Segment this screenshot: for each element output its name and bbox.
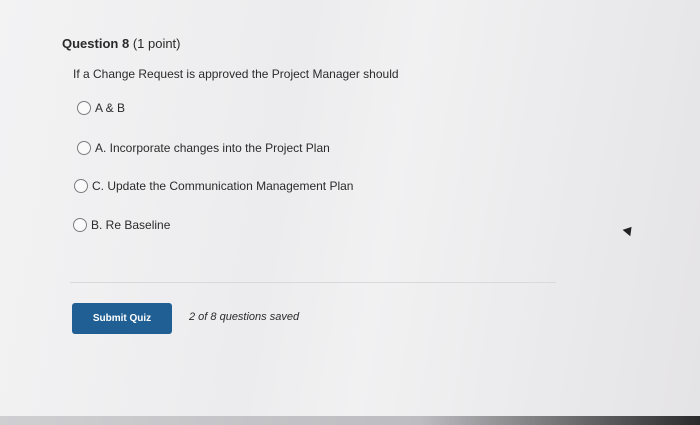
radio-button[interactable]: [77, 141, 91, 155]
question-title: Question 8: [62, 36, 130, 51]
option-label: A & B: [95, 101, 126, 115]
option-label: B. Re Baseline: [91, 218, 171, 232]
radio-button[interactable]: [73, 218, 87, 232]
question-points: (1 point): [132, 36, 181, 51]
option-a-and-b[interactable]: A & B: [77, 101, 125, 115]
option-incorporate-changes[interactable]: A. Incorporate changes into the Project …: [77, 141, 330, 155]
option-re-baseline[interactable]: B. Re Baseline: [73, 218, 170, 232]
quiz-page: Question 8 (1 point) If a Change Request…: [0, 0, 700, 425]
question-header: Question 8 (1 point): [62, 36, 622, 51]
save-status-text: 2 of 8 questions saved: [189, 311, 300, 323]
mouse-pointer-icon: [622, 223, 636, 237]
question-block: Question 8 (1 point) If a Change Request…: [62, 36, 622, 81]
option-label: A. Incorporate changes into the Project …: [95, 141, 330, 155]
radio-button[interactable]: [74, 179, 88, 193]
submit-quiz-button[interactable]: Submit Quiz: [72, 303, 172, 334]
option-update-communication-plan[interactable]: C. Update the Communication Management P…: [74, 179, 353, 193]
divider: [70, 282, 556, 283]
question-text: If a Change Request is approved the Proj…: [73, 67, 399, 81]
screen-bezel: [0, 416, 700, 425]
option-label: C. Update the Communication Management P…: [92, 179, 354, 193]
radio-button[interactable]: [77, 101, 91, 115]
